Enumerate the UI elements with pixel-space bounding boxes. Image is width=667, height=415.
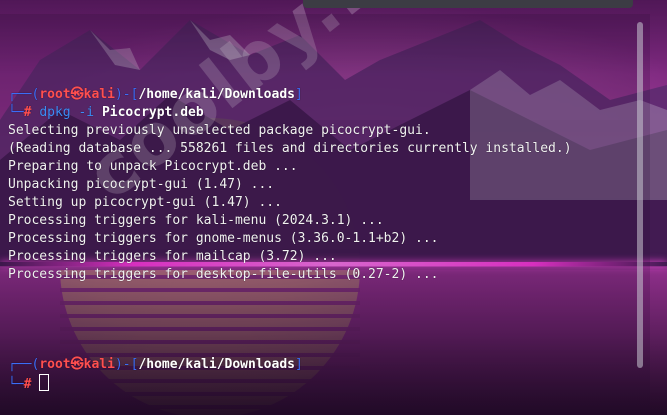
prompt-bracket: ] [294,357,303,372]
output-line: Setting up picocrypt-gui (1.47) ... [8,195,282,210]
prompt-at: ㉿ [70,357,84,372]
prompt-separator: )-[ [114,87,139,102]
prompt-symbol: # [23,377,32,392]
output-line: (Reading database ... 558261 files and d… [8,141,572,156]
prompt-corner-bottom: └─ [8,105,24,120]
prompt-symbol: # [23,105,32,120]
prompt-line-command[interactable]: └─# [8,374,50,392]
prompt-corner: ┌──( [8,357,40,372]
output-line: Processing triggers for gnome-menus (3.3… [8,231,439,246]
prompt-line-top: ┌──(root㉿kali)-[/home/kali/Downloads] [8,356,303,374]
output-line: Processing triggers for desktop-file-uti… [8,267,439,282]
output-line: Processing triggers for kali-menu (2024.… [8,213,384,228]
command-flag: -i [78,105,95,120]
prompt-corner: ┌──( [8,87,40,102]
prompt-user: root [39,357,71,372]
prompt-bracket: ] [294,87,303,102]
scrollbar-thumb[interactable] [637,22,643,368]
prompt-path: /home/kali/Downloads [138,357,295,372]
text-cursor[interactable] [39,374,50,391]
output-line: Unpacking picocrypt-gui (1.47) ... [8,177,275,192]
command-name: dpkg [39,105,71,120]
prompt-user: root [39,87,71,102]
prompt-line-top: ┌──(root㉿kali)-[/home/kali/Downloads] [8,86,303,104]
command-argument: Picocrypt.deb [101,105,204,120]
output-line: Selecting previously unselected package … [8,123,431,138]
terminal-window[interactable]: ┌──(root㉿kali)-[/home/kali/Downloads] └─… [0,14,650,415]
prompt-host: kali [83,357,115,372]
output-line: Processing triggers for mailcap (3.72) .… [8,249,337,264]
prompt-at: ㉿ [70,87,84,102]
window-titlebar[interactable] [0,0,667,10]
prompt-separator: )-[ [114,357,139,372]
prompt-host: kali [83,87,115,102]
prompt-corner-bottom: └─ [8,377,24,392]
prompt-line-command: └─# dpkg -i Picocrypt.deb [8,104,204,122]
output-line: Preparing to unpack Picocrypt.deb ... [8,159,298,174]
prompt-path: /home/kali/Downloads [138,87,295,102]
titlebar-tab[interactable] [303,0,633,8]
